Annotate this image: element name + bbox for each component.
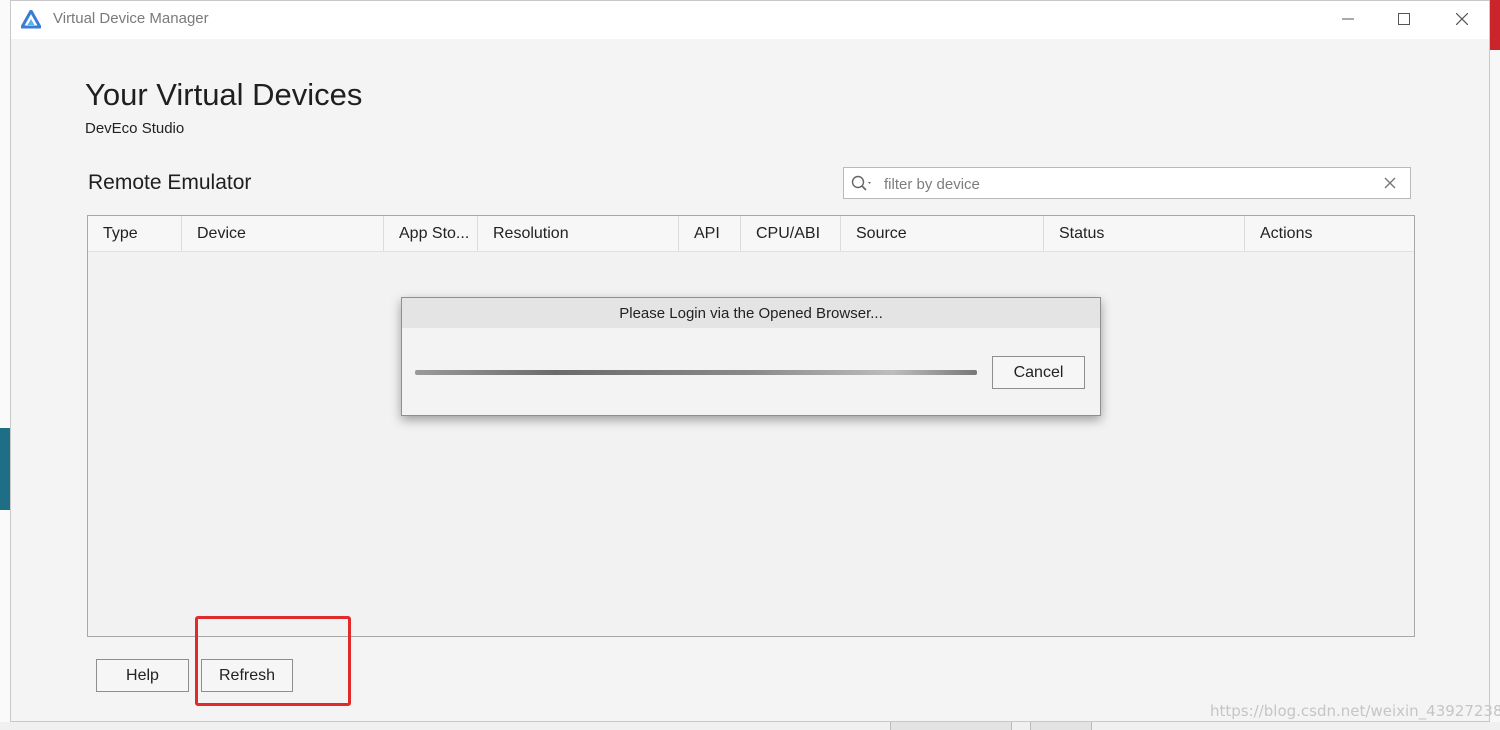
help-button[interactable]: Help	[96, 659, 189, 692]
login-progress-dialog: Please Login via the Opened Browser... C…	[401, 297, 1101, 416]
close-icon[interactable]	[1382, 174, 1398, 192]
page-title: Your Virtual Devices	[85, 77, 363, 112]
cancel-button[interactable]: Cancel	[992, 356, 1085, 389]
progress-bar	[415, 370, 977, 375]
column-header-api[interactable]: API	[679, 216, 741, 251]
filter-input[interactable]	[882, 172, 1376, 196]
window-title: Virtual Device Manager	[53, 10, 209, 27]
table-header: Type Device App Sto... Resolution API CP…	[88, 216, 1414, 252]
screen: Virtual Device Manager Your Virtual Devi…	[0, 0, 1500, 730]
background-button	[1030, 722, 1092, 730]
annotation-highlight-box	[195, 616, 351, 706]
column-header-device[interactable]: Device	[182, 216, 384, 251]
background-app-right	[1490, 0, 1500, 730]
column-header-actions[interactable]: Actions	[1245, 216, 1414, 251]
column-header-source[interactable]: Source	[841, 216, 1044, 251]
column-header-status[interactable]: Status	[1044, 216, 1245, 251]
minimize-icon	[1342, 10, 1354, 29]
dialog-title: Please Login via the Opened Browser...	[402, 298, 1100, 328]
background-button	[890, 722, 1012, 730]
background-panel	[0, 428, 10, 510]
watermark: https://blog.csdn.net/weixin_43927238	[1210, 702, 1500, 720]
close-icon	[1455, 10, 1469, 29]
column-header-app-store[interactable]: App Sto...	[384, 216, 478, 251]
progress-fill	[415, 370, 977, 375]
column-header-resolution[interactable]: Resolution	[478, 216, 679, 251]
device-filter	[843, 167, 1411, 199]
maximize-icon	[1398, 10, 1410, 29]
column-header-cpu-abi[interactable]: CPU/ABI	[741, 216, 841, 251]
background-app-bottom	[0, 722, 1500, 730]
maximize-button[interactable]	[1375, 1, 1433, 37]
background-app-left	[0, 0, 10, 730]
search-icon[interactable]	[851, 175, 875, 193]
page-subtitle: DevEco Studio	[85, 120, 185, 137]
title-bar: Virtual Device Manager	[11, 1, 1489, 39]
section-title: Remote Emulator	[88, 171, 252, 194]
deveco-logo-icon	[20, 9, 42, 30]
background-banner	[1490, 0, 1500, 50]
device-table: Type Device App Sto... Resolution API CP…	[87, 215, 1415, 637]
virtual-device-manager-window: Virtual Device Manager Your Virtual Devi…	[10, 0, 1490, 722]
close-window-button[interactable]	[1433, 1, 1491, 37]
column-header-type[interactable]: Type	[88, 216, 182, 251]
minimize-button[interactable]	[1319, 1, 1377, 37]
